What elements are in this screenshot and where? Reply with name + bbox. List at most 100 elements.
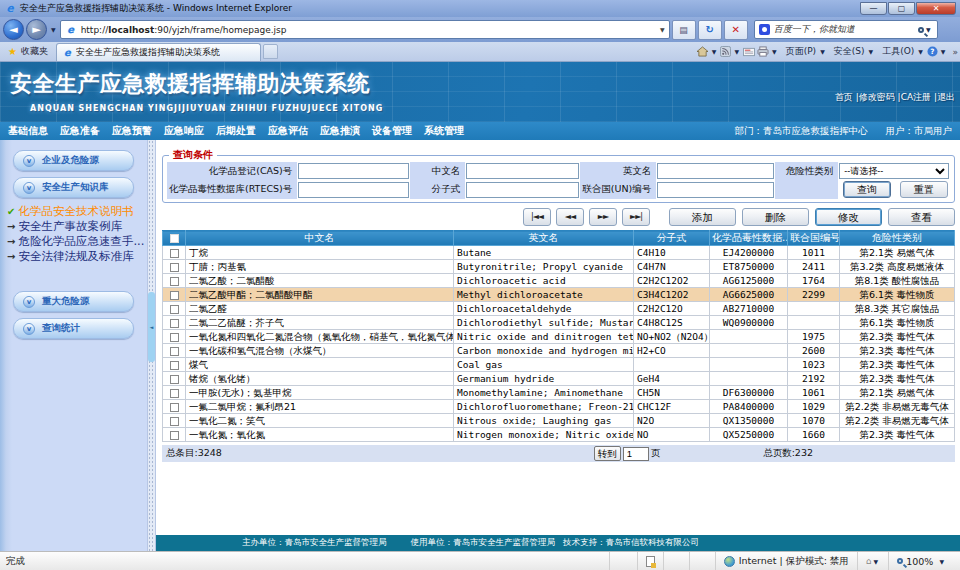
row-checkbox[interactable] <box>170 305 179 314</box>
sidebar-item[interactable]: →安全法律法规及标准库 <box>7 249 147 264</box>
table-row[interactable]: 二氯乙酸；二氯醋酸 Dichloroacetic acid C2H2C12O2 … <box>163 274 955 288</box>
header-link[interactable]: |修改密码 <box>853 92 895 102</box>
delete-button[interactable]: 删除 <box>742 208 809 226</box>
overflow-chevron-icon[interactable]: » <box>952 47 957 57</box>
status-protected-icon[interactable]: ⌂▼ <box>857 552 888 570</box>
stop-button[interactable]: ✕ <box>724 20 748 40</box>
nav-item[interactable]: 应急预警 <box>112 125 152 136</box>
home-button[interactable]: ▼ <box>696 46 719 57</box>
row-checkbox[interactable] <box>170 249 179 258</box>
table-row[interactable]: 一氟二氯甲烷；氟利昂21 Dichlorofluoromethane; Freo… <box>163 400 955 414</box>
minimize-button[interactable]: — <box>860 2 887 15</box>
read-mail-button[interactable] <box>743 47 755 57</box>
table-row[interactable]: 一甲胺(无水)；氨基甲烷 Monomethylamine; Aminometha… <box>163 386 955 400</box>
table-row[interactable]: 二氯二乙硫醚；芥子气 Dichlorodiethyl sulfide; Must… <box>163 316 955 330</box>
menu-tools[interactable]: 工具(O)▼ <box>882 45 925 58</box>
row-checkbox[interactable] <box>170 375 179 384</box>
search-input[interactable]: 百度一下，你就知道 ▼ <box>754 20 938 39</box>
pager-button-3[interactable]: ►►| <box>622 208 650 226</box>
pager-button-2[interactable]: ►► <box>589 208 617 226</box>
sidebar-item[interactable]: ✔化学品安全技术说明书 <box>7 204 147 219</box>
column-header[interactable]: 英文名 <box>454 231 634 246</box>
feeds-button[interactable]: ▼ <box>720 46 741 57</box>
row-checkbox[interactable] <box>170 291 179 300</box>
row-checkbox[interactable] <box>170 263 179 272</box>
table-row[interactable]: 一氧化碳和氢气混合物（水煤气） Carbon monoxide and hydr… <box>163 344 955 358</box>
nav-item[interactable]: 应急评估 <box>268 125 308 136</box>
view-button[interactable]: 查看 <box>888 208 955 226</box>
column-header[interactable]: 化学品毒性数据... <box>710 231 788 246</box>
history-dropdown-icon[interactable]: ▼ <box>51 26 56 33</box>
table-row[interactable]: 一氧化氮和四氧化二氮混合物（氮氧化物，硝基气，氧化氮气体） Nitric oxi… <box>163 330 955 344</box>
nav-item[interactable]: 基础信息 <box>8 125 48 136</box>
sidebar-item[interactable]: →安全生产事故案例库 <box>7 219 147 234</box>
page-number-input[interactable] <box>623 447 649 461</box>
refresh-button[interactable]: ↻ <box>698 20 722 40</box>
modify-button[interactable]: 修改 <box>815 208 882 226</box>
en-input[interactable] <box>657 163 774 179</box>
column-header[interactable]: 危险性类别 <box>840 231 955 246</box>
column-header[interactable]: 中文名 <box>186 231 454 246</box>
print-button[interactable]: ▼ <box>757 46 779 57</box>
row-checkbox[interactable] <box>170 389 179 398</box>
table-row[interactable]: 二氯乙酸甲酯；二氯醋酸甲酯 Methyl dichloroacetate C3H… <box>163 288 955 302</box>
search-button[interactable]: 查询 <box>843 181 891 198</box>
favorites-button[interactable]: ★ 收藏夹 <box>0 42 56 61</box>
header-link[interactable]: |退出 <box>931 92 955 102</box>
nav-item[interactable]: 应急推演 <box>320 125 360 136</box>
maximize-button[interactable]: ▢ <box>888 2 915 15</box>
row-checkbox[interactable] <box>170 319 179 328</box>
header-link[interactable]: 首页 <box>835 92 853 102</box>
cas-input[interactable] <box>298 163 409 179</box>
goto-button[interactable]: 转到 <box>594 446 621 461</box>
column-header[interactable]: 联合国编号 <box>788 231 840 246</box>
nav-item[interactable]: 应急准备 <box>60 125 100 136</box>
cn-input[interactable] <box>466 163 579 179</box>
nav-item[interactable]: 后期处置 <box>216 125 256 136</box>
menu-safety[interactable]: 安全(S)▼ <box>834 45 875 58</box>
url-dropdown-icon[interactable]: ▼ <box>660 26 665 33</box>
un-input[interactable] <box>657 182 774 198</box>
help-button[interactable]: ?▼ <box>927 46 948 57</box>
row-checkbox[interactable] <box>170 431 179 440</box>
menu-page[interactable]: 页面(P)▼ <box>786 45 827 58</box>
table-row[interactable]: 一氧化氮；氧化氮 Nitrogen monoxide; Nitric oxide… <box>163 428 955 442</box>
row-checkbox[interactable] <box>170 277 179 286</box>
url-input[interactable]: http://localhost:90/yjzh/frame/homepage.… <box>60 20 670 39</box>
sidebar-splitter[interactable]: ◄ <box>147 140 156 551</box>
sidebar-group-knowledge[interactable]: v安全生产知识库 <box>13 177 134 198</box>
sidebar-group-stats[interactable]: v查询统计 <box>13 318 134 339</box>
hazard-select[interactable]: --请选择-- <box>839 163 949 179</box>
rtecs-input[interactable] <box>298 182 409 198</box>
search-icon[interactable] <box>918 27 924 33</box>
row-checkbox[interactable] <box>170 347 179 356</box>
header-link[interactable]: |CA注册 <box>895 92 931 102</box>
table-row[interactable]: 一氧化二氮；笑气 Nitrous oxide; Laughing gas N2O… <box>163 414 955 428</box>
forward-button[interactable]: ► <box>26 19 47 40</box>
row-checkbox[interactable] <box>170 417 179 426</box>
sidebar-item[interactable]: →危险化学品应急速查手... <box>7 234 147 249</box>
compatibility-button[interactable]: ▤ <box>672 20 696 40</box>
nav-item[interactable]: 系统管理 <box>424 125 464 136</box>
close-button[interactable]: ✕ <box>916 2 956 15</box>
pager-button-1[interactable]: ◄◄ <box>556 208 584 226</box>
table-row[interactable]: 煤气 Coal gas 1023 第2.3类 毒性气体 <box>163 358 955 372</box>
add-button[interactable]: 添加 <box>669 208 736 226</box>
table-row[interactable]: 丁腈；丙基氰 Butyronitrile; Propyl cyanide C4H… <box>163 260 955 274</box>
table-row[interactable]: 锗烷（氢化锗） Germanium hydride GeH4 2192 第2.3… <box>163 372 955 386</box>
sidebar-group-hazard[interactable]: v重大危险源 <box>13 291 134 312</box>
row-checkbox[interactable] <box>170 403 179 412</box>
table-row[interactable]: 丁烷 Butane C4H10 EJ4200000 1011 第2.1类 易燃气… <box>163 246 955 260</box>
reset-button[interactable]: 重置 <box>900 181 948 198</box>
table-row[interactable]: 二氯乙醛 Dichloroacetaldehyde C2H2C12O AB271… <box>163 302 955 316</box>
nav-item[interactable]: 设备管理 <box>372 125 412 136</box>
column-header[interactable]: 分子式 <box>634 231 710 246</box>
pager-button-0[interactable]: |◄◄ <box>523 208 551 226</box>
zoom-control[interactable]: 100% ▼ <box>888 552 954 570</box>
back-button[interactable]: ◄ <box>3 19 24 40</box>
sidebar-group-enterprise[interactable]: v企业及危险源 <box>13 150 134 171</box>
nav-item[interactable]: 应急响应 <box>164 125 204 136</box>
row-checkbox[interactable] <box>170 333 179 342</box>
select-all-checkbox[interactable] <box>163 231 186 246</box>
formula-input[interactable] <box>466 182 579 198</box>
